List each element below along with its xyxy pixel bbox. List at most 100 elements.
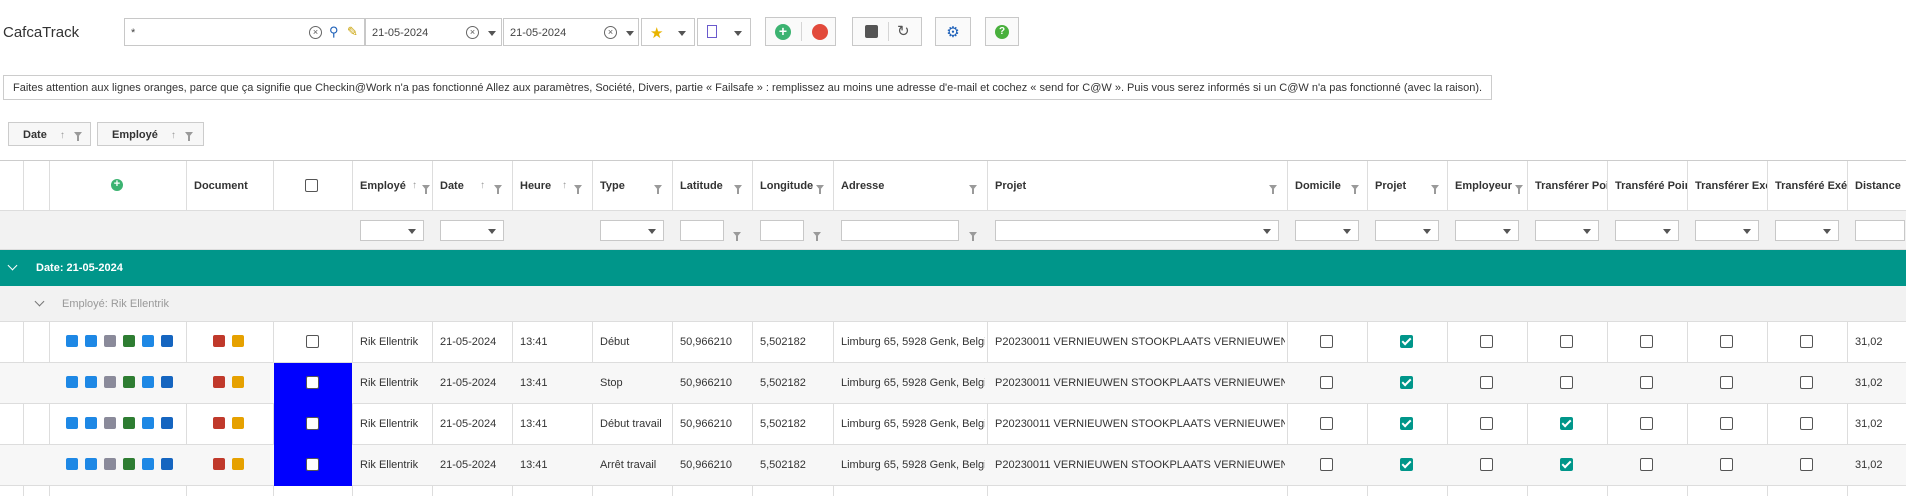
info-icon[interactable]: [85, 458, 97, 470]
checkbox-transferer-exe[interactable]: [1720, 417, 1733, 430]
filter-projet-desc-select[interactable]: [995, 220, 1279, 241]
search-icon[interactable]: ⚲: [329, 24, 339, 40]
checkbox-projet[interactable]: [1400, 417, 1413, 430]
col-header-domicile[interactable]: Domicile: [1287, 161, 1367, 210]
row-select-checkbox[interactable]: [306, 458, 319, 471]
col-header-employe[interactable]: Employé ↑: [352, 161, 432, 210]
filter-icon[interactable]: [813, 232, 821, 241]
sort-icon[interactable]: ↑: [171, 130, 176, 141]
filter-transfere-exe-select[interactable]: [1775, 220, 1839, 241]
filter-icon[interactable]: [969, 232, 977, 241]
col-header-latitude[interactable]: Latitude: [672, 161, 752, 210]
checkbox-transferer-exe[interactable]: [1720, 458, 1733, 471]
settings-button[interactable]: ⚙: [935, 17, 971, 46]
checkbox-transfere-poin[interactable]: [1640, 458, 1653, 471]
search-input[interactable]: * × ⚲ ✎: [124, 18, 365, 46]
trash-icon[interactable]: [66, 335, 78, 347]
checkbox-employeur[interactable]: [1480, 335, 1493, 348]
col-header-distance[interactable]: Distance: [1847, 161, 1906, 210]
filter-type-select[interactable]: [600, 220, 664, 241]
add-button[interactable]: +: [775, 24, 791, 40]
filter-icon[interactable]: [1431, 185, 1439, 194]
col-header-document[interactable]: Document: [186, 161, 273, 210]
globe-pin-icon[interactable]: [123, 335, 135, 347]
help-button[interactable]: ?: [985, 17, 1019, 46]
filter-latitude-input[interactable]: [680, 220, 724, 241]
checkbox-transferer-poi[interactable]: [1560, 335, 1573, 348]
filter-employe-select[interactable]: [360, 220, 424, 241]
filter-projet-select[interactable]: [1375, 220, 1439, 241]
attachment-icon[interactable]: [232, 376, 244, 388]
row-select-checkbox[interactable]: [306, 417, 319, 430]
group-chip-date[interactable]: Date ↑: [8, 122, 91, 146]
copy-icon[interactable]: [104, 417, 116, 429]
pencil-icon[interactable]: ✎: [347, 24, 358, 40]
filter-adresse-input[interactable]: [841, 220, 959, 241]
col-header-heure[interactable]: Heure ↑: [512, 161, 592, 210]
checkbox-transfere-exe[interactable]: [1800, 417, 1813, 430]
col-header-transfere-poin[interactable]: Transféré Poin: [1607, 161, 1687, 210]
checkbox-projet[interactable]: [1400, 376, 1413, 389]
date-to-field[interactable]: 21-05-2024 ×: [503, 18, 639, 46]
filter-employeur-select[interactable]: [1455, 220, 1519, 241]
pdf-icon[interactable]: [213, 376, 225, 388]
refresh-icon[interactable]: ↻: [897, 22, 910, 40]
pdf-icon[interactable]: [213, 417, 225, 429]
checkbox-transfere-exe[interactable]: [1800, 458, 1813, 471]
add-row-icon[interactable]: +: [111, 179, 123, 191]
sort-icon[interactable]: ↑: [562, 180, 567, 191]
world-icon[interactable]: [161, 376, 173, 388]
clear-date-to-icon[interactable]: ×: [604, 26, 617, 39]
chevron-down-icon[interactable]: [488, 31, 496, 36]
filter-icon[interactable]: [73, 132, 82, 141]
checkbox-transfere-poin[interactable]: [1640, 417, 1653, 430]
col-header-type[interactable]: Type: [592, 161, 672, 210]
filter-icon[interactable]: [816, 185, 824, 194]
select-all-checkbox[interactable]: [305, 179, 318, 192]
trash-icon[interactable]: [66, 458, 78, 470]
col-header-adresse[interactable]: Adresse: [833, 161, 987, 210]
col-header-projet-desc[interactable]: Projet: [987, 161, 1287, 210]
checkbox-projet[interactable]: [1400, 335, 1413, 348]
attachment-icon[interactable]: [232, 458, 244, 470]
checkbox-projet[interactable]: [1400, 458, 1413, 471]
copy-icon[interactable]: [104, 335, 116, 347]
report-dropdown[interactable]: [697, 18, 751, 46]
filter-transferer-poi-select[interactable]: [1535, 220, 1599, 241]
filter-icon[interactable]: [422, 185, 430, 194]
table-row[interactable]: Rik Ellentrik 21-05-2024 13:41 Début travai…: [0, 404, 1906, 445]
pdf-icon[interactable]: [213, 335, 225, 347]
checkbox-domicile[interactable]: [1320, 417, 1333, 430]
filter-transfere-poin-select[interactable]: [1615, 220, 1679, 241]
attachment-icon[interactable]: [232, 335, 244, 347]
col-header-transfere-exe[interactable]: Transféré Exé: [1767, 161, 1847, 210]
checkbox-domicile[interactable]: [1320, 376, 1333, 389]
col-header-date[interactable]: Date ↑: [432, 161, 512, 210]
sort-icon[interactable]: ↑: [60, 130, 65, 141]
trash-icon[interactable]: [66, 417, 78, 429]
attachment-icon[interactable]: [232, 417, 244, 429]
group-chip-employee[interactable]: Employé ↑: [97, 122, 204, 146]
checkbox-transferer-exe[interactable]: [1720, 376, 1733, 389]
globe-pin-icon[interactable]: [123, 376, 135, 388]
table-row[interactable]: Rik Ellentrik 21-05-2024 13:41 Stop 50,96621…: [0, 363, 1906, 404]
world-icon[interactable]: [161, 417, 173, 429]
trash-icon[interactable]: [66, 376, 78, 388]
checkbox-transfere-poin[interactable]: [1640, 376, 1653, 389]
checkbox-transfere-exe[interactable]: [1800, 376, 1813, 389]
clear-date-from-icon[interactable]: ×: [466, 26, 479, 39]
info-icon[interactable]: [85, 376, 97, 388]
filter-icon[interactable]: [734, 185, 742, 194]
col-header-transferer-poi[interactable]: Transférer Poi: [1527, 161, 1607, 210]
sort-icon[interactable]: ↑: [412, 180, 417, 191]
checkbox-transferer-exe[interactable]: [1720, 335, 1733, 348]
checkbox-employeur[interactable]: [1480, 417, 1493, 430]
filter-icon[interactable]: [733, 232, 741, 241]
filter-icon[interactable]: [574, 185, 582, 194]
checkbox-transfere-exe[interactable]: [1800, 335, 1813, 348]
checkbox-domicile[interactable]: [1320, 335, 1333, 348]
checkbox-transferer-poi[interactable]: [1560, 376, 1573, 389]
filter-icon[interactable]: [1269, 185, 1277, 194]
checkbox-employeur[interactable]: [1480, 376, 1493, 389]
group-row-date[interactable]: Date: 21-05-2024: [0, 250, 1906, 286]
